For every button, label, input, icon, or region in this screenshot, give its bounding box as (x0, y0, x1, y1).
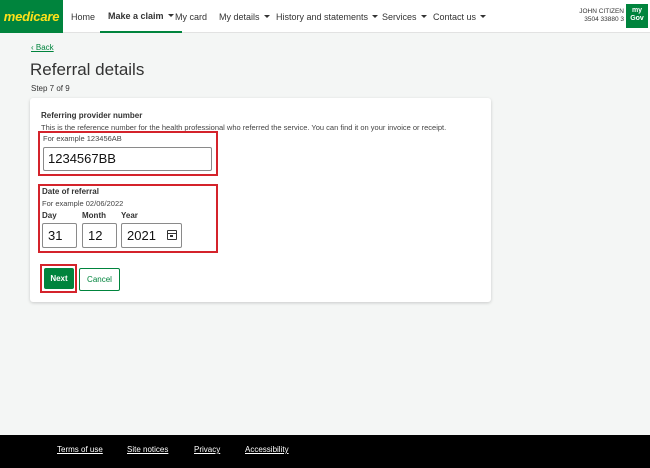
footer-link-accessibility[interactable]: Accessibility (245, 445, 289, 454)
year-label: Year (121, 211, 138, 220)
chevron-down-icon (480, 15, 487, 18)
nav-my-card[interactable]: My card (175, 0, 207, 33)
month-value: 12 (88, 228, 103, 243)
footer: Terms of use Site notices Privacy Access… (0, 435, 650, 468)
logo-text: medicare (3, 9, 60, 24)
user-info[interactable]: JOHN CITIZEN 3504 33880 3 (579, 8, 624, 24)
day-value: 31 (48, 228, 63, 243)
month-label: Month (82, 211, 106, 220)
nav-services[interactable]: Services (382, 0, 427, 33)
page-title: Referral details (30, 60, 145, 79)
nav-history-label: History and statements (276, 11, 369, 22)
medicare-logo[interactable]: medicare (0, 0, 63, 33)
footer-link-site-notices[interactable]: Site notices (127, 445, 168, 454)
nav-make-a-claim-label: Make a claim (108, 10, 164, 21)
user-name: JOHN CITIZEN (579, 8, 624, 15)
user-card-number: 3504 33880 3 (584, 16, 624, 23)
footer-link-privacy[interactable]: Privacy (194, 445, 220, 454)
nav-my-details-label: My details (219, 11, 260, 22)
nav-my-details[interactable]: My details (219, 0, 270, 33)
nav-make-a-claim[interactable]: Make a claim (100, 0, 182, 33)
nav-my-card-label: My card (175, 11, 208, 22)
mygov-logo-line2: Gov (630, 15, 644, 22)
month-input[interactable]: 12 (82, 223, 117, 248)
year-value: 2021 (127, 228, 156, 243)
provider-number-hint: For example 123456AB (43, 134, 122, 143)
chevron-down-icon (263, 15, 270, 18)
chevron-down-icon (420, 15, 427, 18)
nav-home-label: Home (71, 11, 96, 22)
next-button[interactable]: Next (44, 268, 74, 289)
nav-contact-us-label: Contact us (433, 11, 477, 22)
nav-history-and-statements[interactable]: History and statements (276, 0, 379, 33)
nav-home[interactable]: Home (71, 0, 95, 33)
nav-services-label: Services (382, 11, 417, 22)
top-navigation-bar: medicare Home Make a claim My card My de… (0, 0, 650, 33)
day-input[interactable]: 31 (42, 223, 77, 248)
provider-number-label: Referring provider number (41, 111, 143, 120)
year-input[interactable]: 2021 (121, 223, 182, 248)
chevron-down-icon (372, 15, 379, 18)
calendar-icon[interactable] (167, 230, 177, 240)
day-label: Day (42, 211, 57, 220)
referral-date-hint: For example 02/06/2022 (42, 199, 124, 208)
back-link[interactable]: ‹ Back (31, 43, 54, 52)
footer-link-terms[interactable]: Terms of use (57, 445, 103, 454)
mygov-logo-line1: my (631, 7, 643, 14)
nav-contact-us[interactable]: Contact us (433, 0, 487, 33)
referral-date-label: Date of referral (42, 187, 99, 196)
cancel-button[interactable]: Cancel (79, 268, 120, 291)
step-indicator: Step 7 of 9 (31, 84, 70, 93)
chevron-down-icon (167, 14, 174, 17)
mygov-logo[interactable]: my Gov (626, 4, 648, 28)
provider-number-input[interactable]: 1234567BB (43, 147, 212, 171)
